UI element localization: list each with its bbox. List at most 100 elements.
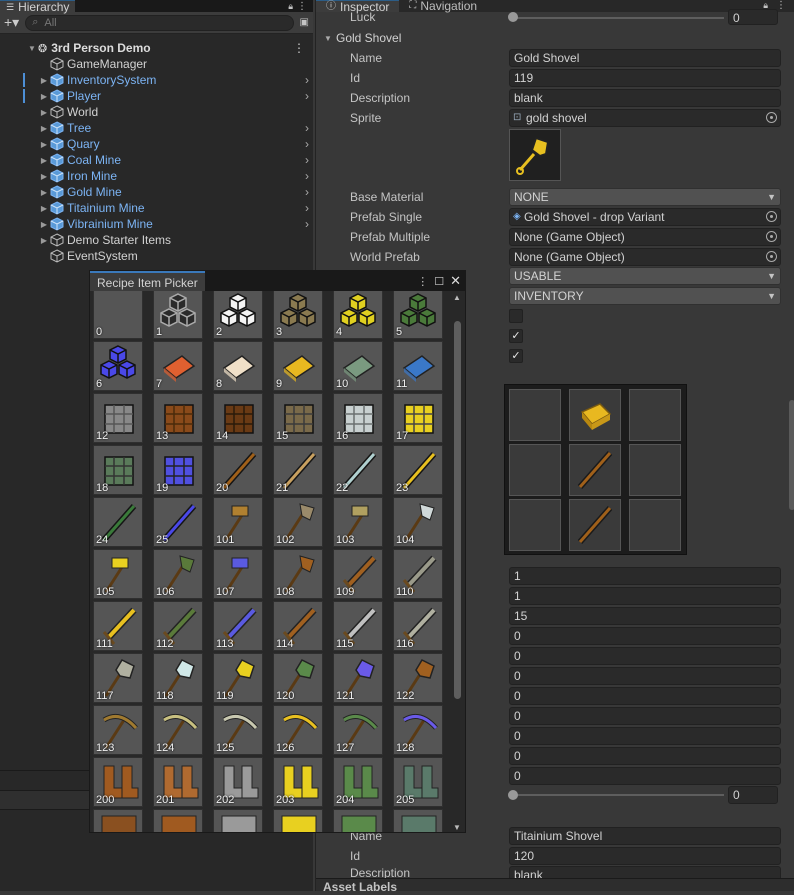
hierarchy-item[interactable]: ▶ InventorySystem ›	[0, 72, 313, 88]
next-description-field[interactable]: blank	[509, 866, 781, 878]
recipe-slot[interactable]	[629, 499, 681, 551]
recipe-slot[interactable]	[569, 499, 621, 551]
checkbox-2[interactable]: ✓	[509, 329, 523, 343]
recipe-slot[interactable]	[569, 389, 621, 441]
picker-item[interactable]: 0	[93, 291, 143, 339]
inventory-dropdown[interactable]: INVENTORY ▼	[509, 287, 781, 305]
sprite-preview[interactable]	[509, 129, 561, 181]
picker-item[interactable]: 20	[213, 445, 263, 495]
hierarchy-item[interactable]: ▶ Gold Mine ›	[0, 184, 313, 200]
recipe-slot[interactable]	[509, 444, 561, 496]
picker-item[interactable]: 116	[393, 601, 443, 651]
picker-item[interactable]	[273, 809, 323, 832]
checkbox-1[interactable]	[509, 309, 523, 323]
prefab-multiple-field[interactable]: None (Game Object)	[509, 228, 781, 246]
checkbox-3[interactable]: ✓	[509, 349, 523, 363]
picker-item[interactable]: 9	[273, 341, 323, 391]
picker-item[interactable]: 122	[393, 653, 443, 703]
expand-arrow-icon[interactable]: ▶	[38, 220, 50, 229]
sprite-field[interactable]: ⊡ gold shovel	[509, 109, 781, 127]
open-prefab-chevron-icon[interactable]: ›	[305, 169, 309, 183]
number-field[interactable]: 0	[509, 707, 781, 725]
picker-item[interactable]: 105	[93, 549, 143, 599]
hierarchy-item[interactable]: ▶ Coal Mine ›	[0, 152, 313, 168]
hierarchy-item[interactable]: ▶ Tree ›	[0, 120, 313, 136]
picker-item[interactable]	[333, 809, 383, 832]
number-field[interactable]: 0	[509, 627, 781, 645]
picker-item[interactable]: 7	[153, 341, 203, 391]
tab-recipe-item-picker[interactable]: Recipe Item Picker	[90, 271, 205, 291]
hierarchy-item[interactable]: ▶ World	[0, 104, 313, 120]
expand-arrow-icon[interactable]: ▶	[38, 92, 50, 101]
open-prefab-chevron-icon[interactable]: ›	[305, 217, 309, 231]
picker-item[interactable]: 21	[273, 445, 323, 495]
recipe-slot[interactable]	[629, 389, 681, 441]
open-prefab-chevron-icon[interactable]: ›	[305, 185, 309, 199]
search-input[interactable]: ⌕ All	[25, 14, 294, 31]
scroll-down-icon[interactable]: ▼	[453, 823, 461, 832]
expand-arrow-icon[interactable]: ▶	[38, 124, 50, 133]
expand-arrow-icon[interactable]: ▶	[38, 76, 50, 85]
object-picker-icon[interactable]	[766, 112, 777, 123]
picker-item[interactable]: 123	[93, 705, 143, 755]
picker-item[interactable]: 16	[333, 393, 383, 443]
number-field[interactable]: 15	[509, 607, 781, 625]
expand-arrow-icon[interactable]: ▶	[38, 140, 50, 149]
number-field[interactable]: 0	[509, 747, 781, 765]
picker-item[interactable]: 117	[93, 653, 143, 703]
number-field[interactable]: 1	[509, 587, 781, 605]
picker-item[interactable]	[153, 809, 203, 832]
picker-item[interactable]: 3	[273, 291, 323, 339]
picker-item[interactable]: 120	[273, 653, 323, 703]
usable-dropdown[interactable]: USABLE ▼	[509, 267, 781, 285]
picker-item[interactable]: 110	[393, 549, 443, 599]
number-field[interactable]: 0	[509, 727, 781, 745]
recipe-slot[interactable]	[569, 444, 621, 496]
id-field[interactable]: 119	[509, 69, 781, 87]
picker-item[interactable]: 103	[333, 497, 383, 547]
description-field[interactable]: blank	[509, 89, 781, 107]
open-prefab-chevron-icon[interactable]: ›	[305, 153, 309, 167]
luck-slider-track[interactable]	[514, 17, 724, 19]
picker-item[interactable]: 17	[393, 393, 443, 443]
slider-track[interactable]	[514, 794, 724, 796]
prefab-single-field[interactable]: ◈ Gold Shovel - drop Variant	[509, 208, 781, 226]
picker-item[interactable]: 118	[153, 653, 203, 703]
open-prefab-chevron-icon[interactable]: ›	[305, 89, 309, 103]
hierarchy-item[interactable]: ▶ Quary ›	[0, 136, 313, 152]
slider-value-field[interactable]: 0	[728, 786, 778, 804]
picker-item[interactable]: 19	[153, 445, 203, 495]
picker-item[interactable]: 12	[93, 393, 143, 443]
base-material-dropdown[interactable]: NONE ▼	[509, 188, 781, 206]
expand-arrow-icon[interactable]: ▶	[38, 156, 50, 165]
recipe-slot[interactable]	[629, 444, 681, 496]
section-header[interactable]: ▼ Gold Shovel	[316, 28, 794, 48]
picker-item[interactable]: 200	[93, 757, 143, 807]
expand-arrow-icon[interactable]: ▶	[38, 188, 50, 197]
picker-item[interactable]: 108	[273, 549, 323, 599]
picker-item[interactable]: 4	[333, 291, 383, 339]
picker-item[interactable]	[213, 809, 263, 832]
hierarchy-item[interactable]: EventSystem	[0, 248, 313, 264]
picker-item[interactable]: 112	[153, 601, 203, 651]
picker-item[interactable]: 111	[93, 601, 143, 651]
picker-item[interactable]: 202	[213, 757, 263, 807]
world-prefab-field[interactable]: None (Game Object)	[509, 248, 781, 266]
picker-item[interactable]: 128	[393, 705, 443, 755]
kebab-menu-icon[interactable]: ⋮	[417, 275, 428, 288]
picker-item[interactable]: 201	[153, 757, 203, 807]
add-icon[interactable]: +▾	[4, 14, 19, 31]
slider-knob[interactable]	[508, 790, 518, 800]
picker-item[interactable]: 125	[213, 705, 263, 755]
picker-item[interactable]	[393, 809, 443, 832]
number-field[interactable]: 0	[509, 687, 781, 705]
luck-value-field[interactable]: 0	[728, 9, 778, 25]
picker-item[interactable]: 126	[273, 705, 323, 755]
kebab-menu-icon[interactable]: ⋮	[297, 1, 307, 12]
picker-item[interactable]: 15	[273, 393, 323, 443]
open-prefab-chevron-icon[interactable]: ›	[305, 137, 309, 151]
expand-arrow-icon[interactable]: ▶	[38, 236, 50, 245]
picker-item[interactable]: 14	[213, 393, 263, 443]
open-prefab-chevron-icon[interactable]: ›	[305, 201, 309, 215]
luck-slider-knob[interactable]	[508, 12, 518, 22]
